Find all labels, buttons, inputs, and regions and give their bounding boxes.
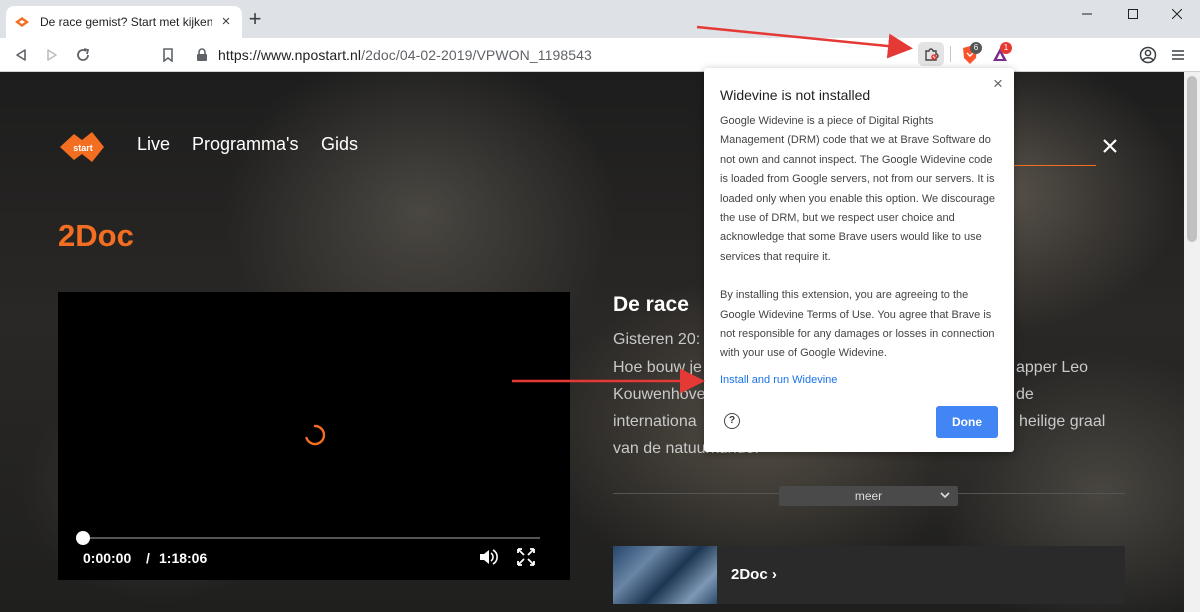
minimize-button[interactable] <box>1064 0 1110 28</box>
dialog-paragraph-1: Google Widevine is a piece of Digital Ri… <box>720 115 995 263</box>
bookmark-icon <box>163 48 173 62</box>
page-close-icon[interactable] <box>1100 136 1120 156</box>
forward-icon <box>47 49 57 61</box>
close-window-icon <box>1172 9 1182 19</box>
scrollbar-thumb[interactable] <box>1187 76 1197 242</box>
puzzle-icon <box>925 48 939 61</box>
maximize-icon <box>1128 9 1138 19</box>
time-separator: / <box>146 550 150 566</box>
reload-icon <box>77 48 90 61</box>
progress-handle[interactable] <box>76 531 90 545</box>
widevine-extension-button[interactable] <box>918 42 944 66</box>
episode-desc-line-2: Kouwenhove <box>613 386 706 403</box>
close-window-button[interactable] <box>1154 0 1200 28</box>
search-underline <box>1010 165 1096 166</box>
episode-desc-line-1: Hoe bouw je <box>613 359 702 376</box>
profile-icon <box>1139 46 1157 64</box>
more-button-label: meer <box>854 489 883 503</box>
new-tab-button[interactable]: + <box>244 8 266 31</box>
episode-title: De race <box>613 293 689 316</box>
nav-gids[interactable]: Gids <box>321 134 358 155</box>
series-link-card[interactable]: 2Doc › <box>613 546 1125 604</box>
npo-favicon-icon <box>15 17 29 27</box>
episode-date: Gisteren 20: <box>613 331 701 348</box>
nav-programmas[interactable]: Programma's <box>192 134 298 155</box>
toolbar-divider <box>950 46 951 62</box>
loading-spinner-icon <box>305 424 326 446</box>
browser-tab[interactable]: De race gemist? Start met kijken op NPO … <box>6 6 242 38</box>
episode-desc-fragment-3: heilige graal <box>1019 413 1106 430</box>
logo-text: start <box>73 143 93 153</box>
dialog-body: Google Widevine is a piece of Digital Ri… <box>720 112 996 364</box>
menu-button[interactable] <box>1166 43 1190 67</box>
tab-close-icon[interactable]: × <box>218 14 234 30</box>
nav-live[interactable]: Live <box>137 134 170 155</box>
url-text: https://www.npostart.nl/2doc/04-02-2019/… <box>218 47 592 63</box>
lock-icon <box>197 48 207 61</box>
shields-count-badge: 6 <box>970 42 982 54</box>
more-button[interactable]: meer <box>779 486 958 506</box>
fullscreen-icon[interactable] <box>516 548 536 566</box>
browser-toolbar: https://www.npostart.nl/2doc/04-02-2019/… <box>0 38 1200 72</box>
address-bar[interactable]: https://www.npostart.nl/2doc/04-02-2019/… <box>186 42 912 68</box>
progress-bar[interactable] <box>84 537 540 539</box>
maximize-button[interactable] <box>1110 0 1156 28</box>
tab-title: De race gemist? Start met kijken op NPO … <box>40 15 212 29</box>
back-icon <box>16 49 26 61</box>
minimize-icon <box>1082 13 1092 15</box>
done-button[interactable]: Done <box>936 406 998 438</box>
bookmark-button[interactable] <box>156 43 180 67</box>
dialog-title: Widevine is not installed <box>720 87 871 103</box>
back-button[interactable] <box>9 43 33 67</box>
episode-desc-fragment-1: apper Leo <box>1016 359 1089 376</box>
video-player[interactable]: 0:00:00 / 1:18:06 <box>58 292 570 580</box>
help-icon[interactable]: ? <box>724 413 740 429</box>
duration: 1:18:06 <box>159 550 208 566</box>
episode-desc-fragment-2: de <box>1016 386 1034 403</box>
npo-start-logo[interactable]: start <box>58 130 106 164</box>
current-time: 0:00:00 <box>83 550 132 566</box>
reload-button[interactable] <box>71 43 95 67</box>
hamburger-icon <box>1172 50 1184 60</box>
forward-button[interactable] <box>40 43 64 67</box>
dialog-close-icon[interactable]: × <box>990 75 1006 92</box>
dialog-paragraph-2: By installing this extension, you are ag… <box>720 289 995 360</box>
series-label: 2Doc › <box>731 566 777 583</box>
profile-button[interactable] <box>1136 43 1160 67</box>
tab-strip: De race gemist? Start met kijken op NPO … <box>0 0 1200 38</box>
episode-desc-line-3: internationa <box>613 413 697 430</box>
series-thumbnail <box>613 546 717 604</box>
page-title: 2Doc <box>58 218 134 253</box>
url-path: /2doc/04-02-2019/VPWON_1198543 <box>361 47 592 63</box>
install-widevine-link[interactable]: Install and run Widevine <box>720 374 837 386</box>
rewards-count-badge: 1 <box>1000 42 1012 54</box>
chevron-down-icon <box>940 492 950 499</box>
widevine-dialog: Widevine is not installed × Google Widev… <box>704 68 1014 452</box>
url-origin: https://www.npostart.nl <box>218 47 362 63</box>
page-scrollbar[interactable] <box>1184 72 1200 612</box>
volume-icon[interactable] <box>478 548 498 566</box>
